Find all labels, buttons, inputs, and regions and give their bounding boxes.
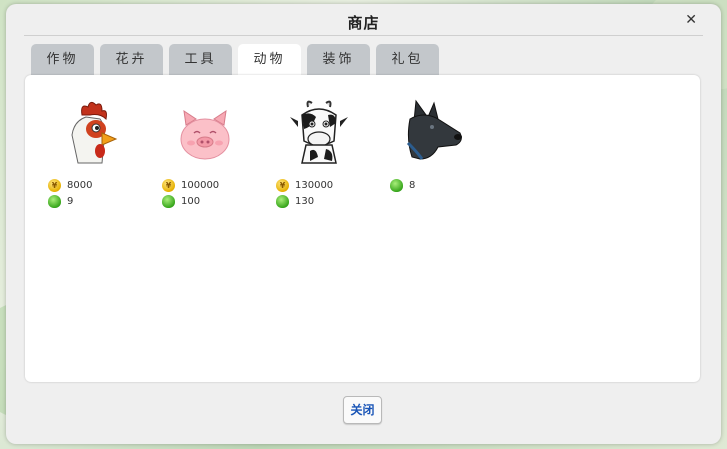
gem-icon (276, 195, 289, 208)
coin-icon: ¥ (276, 179, 289, 192)
title-divider (24, 35, 703, 36)
cow-icon (290, 100, 348, 164)
shop-dialog: 商店 ✕ 作物 花卉 工具 动物 装饰 礼包 ¥ 8000 9 ¥ 100000… (6, 4, 721, 444)
gem-icon (48, 195, 61, 208)
coin-icon: ¥ (48, 179, 61, 192)
item-grid: ¥ 8000 9 ¥ 100000 100 ¥ 130000 130 8 (25, 75, 700, 382)
dog-icon (406, 99, 462, 160)
shop-item-rooster[interactable]: ¥ 8000 9 (44, 97, 144, 217)
tab-decorations[interactable]: 装饰 (307, 44, 370, 75)
gem-icon (390, 179, 403, 192)
tab-flowers[interactable]: 花卉 (100, 44, 163, 75)
tab-gift-packs[interactable]: 礼包 (376, 44, 439, 75)
tab-crops[interactable]: 作物 (31, 44, 94, 75)
tab-animals[interactable]: 动物 (238, 44, 301, 78)
shop-item-dog[interactable]: 8 (386, 97, 486, 217)
pig-icon (180, 109, 230, 160)
rooster-icon (71, 101, 118, 164)
close-icon[interactable]: ✕ (685, 12, 697, 28)
coin-icon: ¥ (162, 179, 175, 192)
gem-icon (162, 195, 175, 208)
shop-item-cow[interactable]: ¥ 130000 130 (272, 97, 372, 217)
shop-item-pig[interactable]: ¥ 100000 100 (158, 97, 258, 217)
tab-tools[interactable]: 工具 (169, 44, 232, 75)
dialog-title: 商店 (347, 14, 380, 32)
close-button[interactable]: 关闭 (343, 396, 382, 424)
